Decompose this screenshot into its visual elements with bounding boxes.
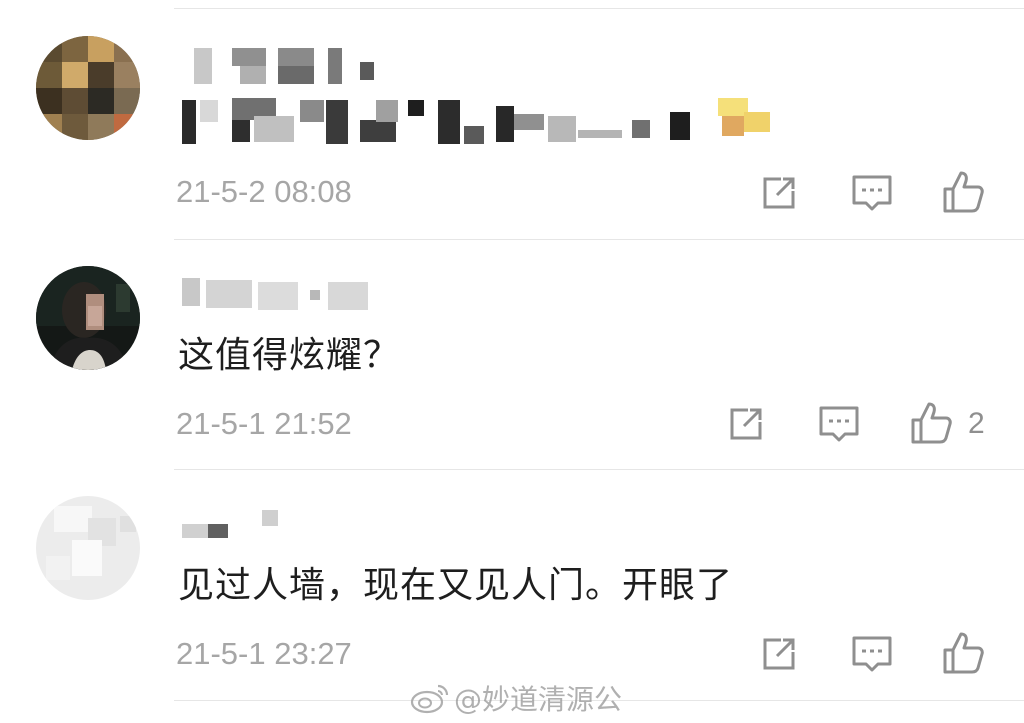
reply-icon [852, 636, 892, 672]
share-button[interactable] [757, 171, 801, 215]
username[interactable] [178, 48, 398, 88]
comment-list-page: 21-5-2 08:08 这值得炫耀？ 21-5-1 21:52 2 见过人墙，… [0, 0, 1024, 723]
share-button[interactable] [757, 632, 801, 676]
reply-button[interactable] [850, 171, 894, 215]
watermark-text: @妙道清源公 [454, 683, 623, 716]
share-icon [763, 177, 795, 209]
like-icon [943, 171, 984, 213]
comment-item: 21-5-2 08:08 [0, 0, 1024, 240]
timestamp: 21-5-1 21:52 [176, 406, 352, 441]
reply-button[interactable] [817, 402, 861, 446]
share-icon [763, 638, 795, 670]
username-pixelated [182, 510, 278, 538]
avatar[interactable] [36, 266, 140, 370]
reply-button[interactable] [850, 632, 894, 676]
share-button[interactable] [724, 402, 768, 446]
reply-icon [852, 175, 892, 211]
like-button[interactable] [941, 630, 985, 674]
like-icon [911, 402, 952, 444]
avatar[interactable] [36, 36, 140, 140]
comment-text: 这值得炫耀？ [178, 335, 401, 376]
avatar[interactable] [36, 496, 140, 600]
reply-icon [819, 406, 859, 442]
comment-text [178, 96, 778, 148]
like-icon [943, 632, 984, 674]
weibo-logo-icon [410, 684, 449, 714]
username-pixelated [182, 278, 368, 310]
comment-item: 这值得炫耀？ 21-5-1 21:52 2 [0, 240, 1024, 470]
comment-item: 见过人墙，现在又见人门。开眼了 21-5-1 23:27 [0, 470, 1024, 700]
comment-text-pixelated [182, 98, 770, 144]
like-button[interactable] [941, 169, 985, 213]
watermark: @妙道清源公 [410, 678, 622, 718]
like-count: 2 [968, 407, 985, 440]
username-pixelated [194, 48, 374, 84]
share-icon [730, 408, 762, 440]
like-button[interactable] [909, 400, 953, 444]
timestamp: 21-5-2 08:08 [176, 174, 352, 209]
timestamp: 21-5-1 23:27 [176, 636, 352, 671]
username[interactable] [178, 274, 398, 314]
username[interactable] [178, 504, 398, 544]
comment-text: 见过人墙，现在又见人门。开眼了 [178, 565, 734, 606]
